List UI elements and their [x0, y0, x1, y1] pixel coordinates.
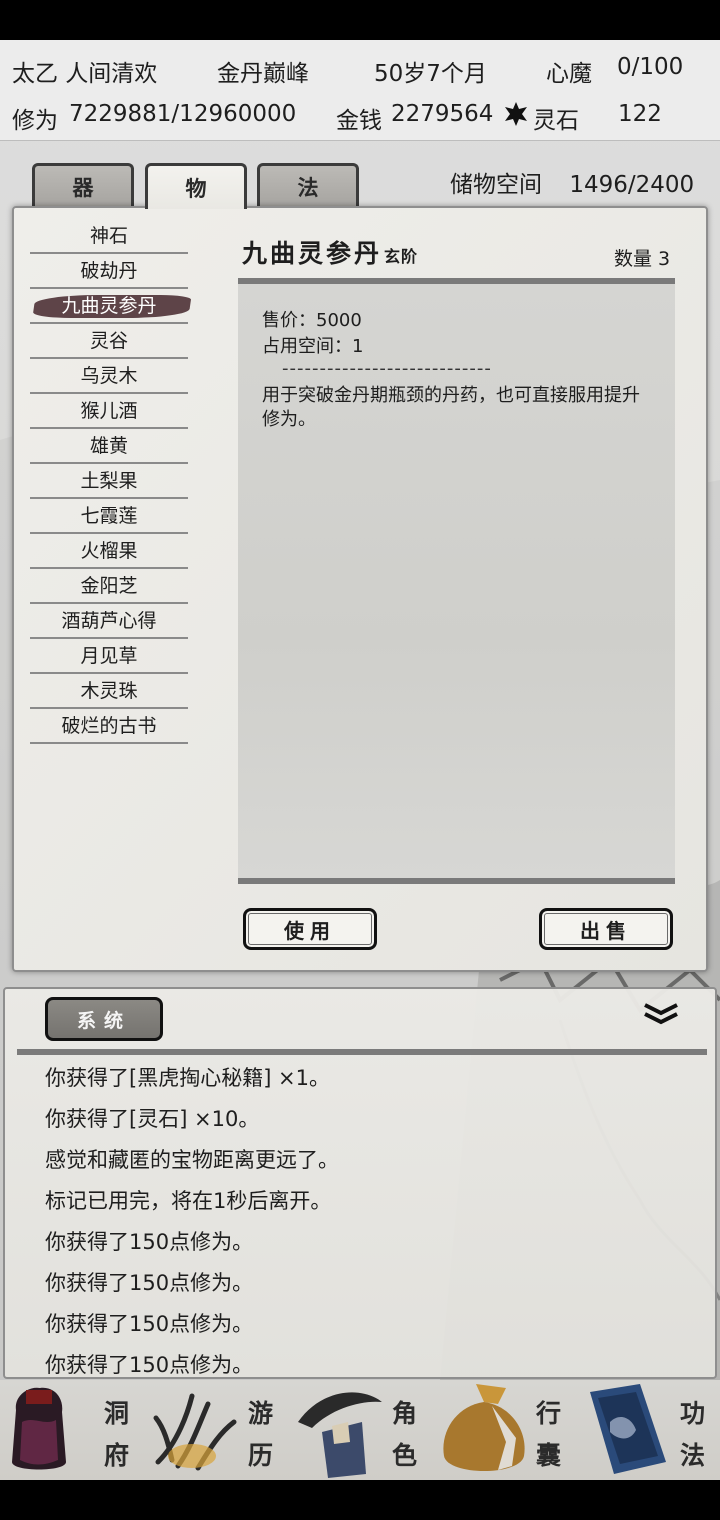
spirit-stone-icon: [503, 101, 529, 127]
cultivation-label: 修为: [12, 108, 58, 134]
list-item[interactable]: 火榴果: [30, 535, 188, 569]
list-item[interactable]: 金阳芝: [30, 570, 188, 604]
list-item[interactable]: 土梨果: [30, 465, 188, 499]
item-name: 九曲灵参丹: [242, 239, 383, 268]
storage-capacity: 储物空间 1496/2400: [450, 165, 694, 199]
player-name: 太乙 人间清欢: [12, 61, 158, 87]
description-separator: ----------------------------: [282, 358, 492, 379]
item-space: 占用空间：1: [262, 336, 364, 357]
tab-items[interactable]: 物: [145, 163, 247, 209]
list-item[interactable]: 神石: [30, 220, 188, 254]
status-bar: [0, 0, 720, 40]
list-item[interactable]: 七霞莲: [30, 500, 188, 534]
sell-button[interactable]: 出售: [539, 908, 673, 950]
collapse-chevron-icon[interactable]: [641, 999, 681, 1029]
nav-character-label-b: 色: [392, 1441, 418, 1470]
nav-bag[interactable]: 行 囊: [432, 1380, 576, 1480]
storage-label: 储物空间: [450, 172, 542, 198]
log-line: 你获得了150点修为。: [45, 1312, 254, 1336]
log-line: 你获得了150点修为。: [45, 1271, 254, 1295]
tab-system[interactable]: 系统: [45, 997, 163, 1041]
tab-techniques[interactable]: 法: [257, 163, 359, 207]
demon-label: 心魔: [546, 61, 592, 87]
list-item[interactable]: 破劫丹: [30, 255, 188, 289]
scroll-book-icon: [590, 1384, 666, 1474]
player-realm: 金丹巅峰: [217, 61, 309, 87]
player-age: 50岁7个月: [374, 61, 487, 87]
nav-travel[interactable]: 游 历: [144, 1380, 288, 1480]
log-line: 你获得了[黑虎掏心秘籍] ×1。: [45, 1066, 331, 1090]
nav-bag-label-b: 囊: [536, 1441, 562, 1470]
log-line: 你获得了150点修为。: [45, 1230, 254, 1254]
item-description-box: 售价：5000 占用空间：1 -------------------------…: [238, 278, 675, 884]
item-title: 九曲灵参丹 玄阶: [242, 234, 418, 270]
log-line: 标记已用完，将在1秒后离开。: [45, 1189, 332, 1213]
list-item[interactable]: 酒葫芦心得: [30, 605, 188, 639]
item-list: 神石 破劫丹 九曲灵参丹 灵谷 乌灵木 猴儿酒 雄黄 土梨果 七霞莲 火榴果 金…: [30, 220, 188, 745]
player-header: 太乙 人间清欢 金丹巅峰 50岁7个月 心魔 0/100 修为 7229881/…: [0, 40, 720, 141]
list-item[interactable]: 破烂的古书: [30, 710, 188, 744]
list-item[interactable]: 月见草: [30, 640, 188, 674]
tab-equipment[interactable]: 器: [32, 163, 134, 207]
spirit-stone-label: 灵石: [533, 108, 579, 134]
item-grade: 玄阶: [384, 247, 419, 266]
nav-cave[interactable]: 洞 府: [0, 1380, 144, 1480]
use-button[interactable]: 使用: [243, 908, 377, 950]
list-item[interactable]: 乌灵木: [30, 360, 188, 394]
bottom-nav: 洞 府 游 历 角 色 行 囊 功 法: [0, 1380, 720, 1480]
list-item[interactable]: 雄黄: [30, 430, 188, 464]
nav-cave-label-b: 府: [104, 1441, 130, 1470]
nav-techniques-label-b: 法: [680, 1441, 706, 1470]
item-price: 售价：5000: [262, 310, 362, 331]
nav-travel-label-a: 游: [248, 1399, 274, 1428]
nav-techniques-label-a: 功: [680, 1399, 706, 1428]
list-item[interactable]: 木灵珠: [30, 675, 188, 709]
demon-value: 0/100: [617, 54, 684, 80]
log-list: 你获得了[黑虎掏心秘籍] ×1。 你获得了[灵石] ×10。 感觉和藏匿的宝物距…: [45, 1059, 339, 1377]
list-item[interactable]: 灵谷: [30, 325, 188, 359]
nav-character[interactable]: 角 色: [288, 1380, 432, 1480]
storage-value: 1496/2400: [569, 172, 695, 198]
quantity-label: 数量: [614, 248, 653, 270]
money-label: 金钱: [336, 108, 382, 134]
cave-icon: [12, 1387, 66, 1470]
character-icon: [298, 1392, 382, 1478]
spirit-stone-value: 122: [618, 101, 662, 127]
nav-cave-label-a: 洞: [104, 1399, 130, 1428]
bag-icon: [443, 1384, 525, 1471]
system-log-panel: 系统 你获得了[黑虎掏心秘籍] ×1。 你获得了[灵石] ×10。 感觉和藏匿的…: [3, 987, 717, 1379]
log-line: 你获得了[灵石] ×10。: [45, 1107, 260, 1131]
log-divider: [17, 1049, 707, 1055]
log-line: 你获得了150点修为。: [45, 1353, 254, 1377]
money-value: 2279564: [391, 101, 494, 127]
inventory-panel: 神石 破劫丹 九曲灵参丹 灵谷 乌灵木 猴儿酒 雄黄 土梨果 七霞莲 火榴果 金…: [12, 206, 708, 972]
item-description: 用于突破金丹期瓶颈的丹药，也可直接服用提升修为。: [262, 385, 640, 430]
log-line: 感觉和藏匿的宝物距离更远了。: [45, 1148, 339, 1172]
item-quantity: 数量 3: [614, 244, 670, 271]
quantity-value: 3: [658, 248, 671, 270]
cultivation-value: 7229881/12960000: [69, 101, 297, 127]
nav-character-label-a: 角: [392, 1399, 418, 1428]
nav-travel-label-b: 历: [248, 1441, 274, 1470]
list-item-selected[interactable]: 九曲灵参丹: [30, 290, 188, 324]
nav-techniques[interactable]: 功 法: [576, 1380, 720, 1480]
travel-icon: [153, 1393, 237, 1471]
system-nav-bar: [0, 1480, 720, 1520]
nav-bag-label-a: 行: [536, 1399, 562, 1428]
list-item[interactable]: 猴儿酒: [30, 395, 188, 429]
